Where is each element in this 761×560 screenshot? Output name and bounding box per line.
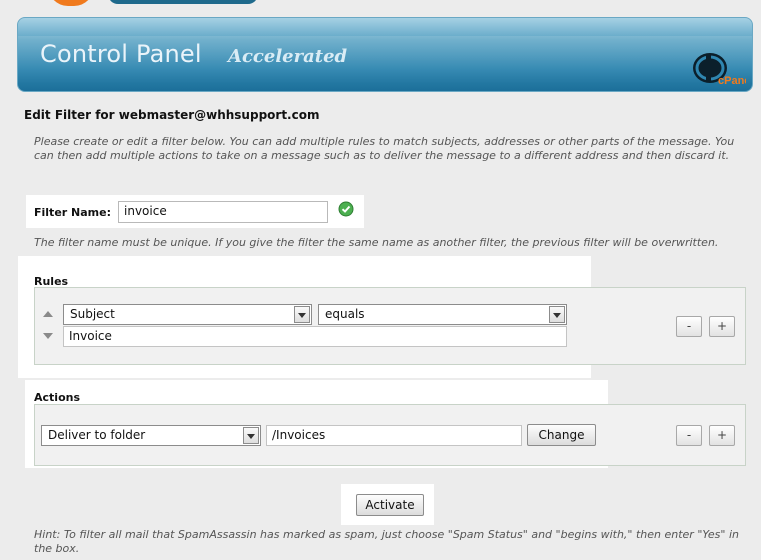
chevron-down-icon	[549, 306, 565, 323]
intro-text: Please create or edit a filter below. Yo…	[34, 135, 735, 162]
spam-hint-text: Hint: To filter all mail that SpamAssass…	[34, 528, 739, 555]
chevron-down-icon	[243, 427, 259, 444]
action-destination-input[interactable]: /Invoices	[266, 425, 522, 446]
header-title: Control Panel	[40, 40, 202, 68]
remove-rule-button[interactable]: -	[676, 316, 702, 337]
svg-text:cPanel: cPanel	[718, 75, 746, 87]
change-button[interactable]: Change	[527, 424, 596, 446]
add-rule-button[interactable]: +	[709, 316, 735, 337]
rule-value-input[interactable]: Invoice	[63, 326, 567, 347]
activate-button[interactable]: Activate	[356, 494, 424, 516]
action-type-select[interactable]: Deliver to folder	[41, 425, 261, 446]
move-up-icon[interactable]	[43, 311, 53, 317]
filter-name-note: The filter name must be unique. If you g…	[34, 236, 719, 249]
rule-operator-select[interactable]: equals	[318, 304, 567, 325]
header-subtitle: Accelerated	[228, 46, 348, 67]
move-down-icon[interactable]	[43, 333, 53, 339]
rule-field-select[interactable]: Subject	[63, 304, 312, 325]
filter-name-input[interactable]: invoice	[118, 201, 328, 223]
add-action-button[interactable]: +	[709, 425, 735, 446]
remove-action-button[interactable]: -	[676, 425, 702, 446]
header-banner: Control Panel Accelerated cPanel	[17, 17, 753, 92]
actions-title: Actions	[34, 391, 80, 404]
page-heading: Edit Filter for webmaster@whhsupport.com	[24, 108, 320, 122]
cpanel-logo-icon: cPanel	[693, 53, 746, 87]
check-circle-icon	[338, 201, 354, 217]
chevron-down-icon	[294, 306, 310, 323]
logo-blue-shape	[108, 0, 258, 4]
filter-name-label: Filter Name:	[34, 206, 111, 219]
logo-orange-shape	[48, 0, 94, 6]
rules-title: Rules	[34, 275, 69, 288]
